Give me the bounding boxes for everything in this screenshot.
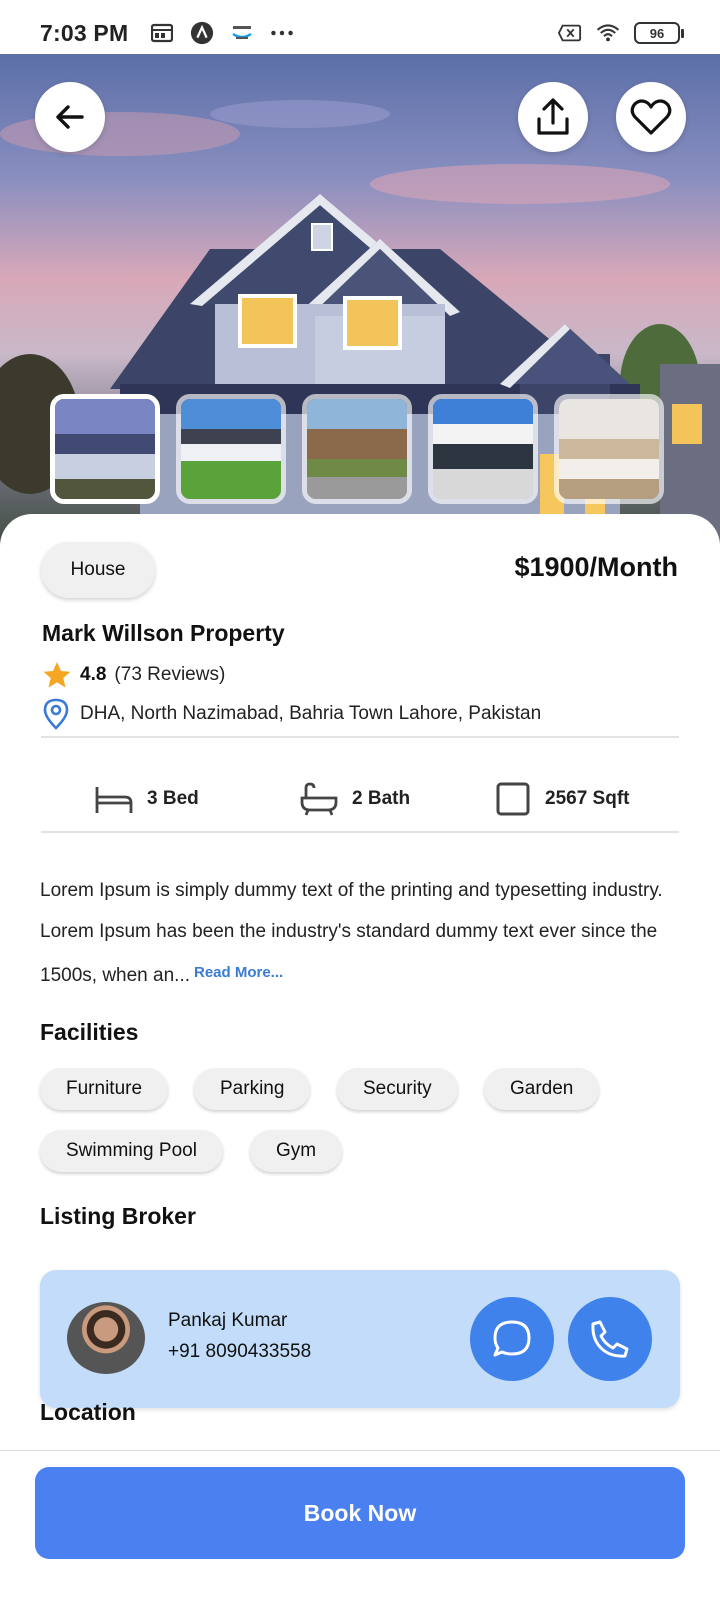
phone-icon	[591, 1320, 629, 1358]
arrow-left-icon	[56, 105, 84, 129]
spec-area: 2567 Sqft	[495, 781, 629, 817]
rating-row: 4.8 (73 Reviews)	[42, 660, 225, 690]
facility-chip[interactable]: Security	[337, 1068, 458, 1110]
hero-image	[0, 54, 720, 554]
review-count[interactable]: (73 Reviews)	[114, 664, 225, 686]
back-button[interactable]	[35, 82, 105, 152]
facility-chip[interactable]: Garden	[484, 1068, 600, 1110]
property-type-chip[interactable]: House	[41, 542, 155, 598]
amazon-icon	[230, 21, 254, 45]
status-icons-left	[150, 21, 294, 45]
status-time: 7:03 PM	[40, 19, 129, 46]
spec-bath: 2 Bath	[300, 782, 410, 816]
facility-chip[interactable]: Parking	[194, 1068, 311, 1110]
location-text: DHA, North Nazimabad, Bahria Town Lahore…	[80, 703, 542, 724]
location-pin-icon	[43, 698, 69, 730]
share-button[interactable]	[518, 82, 588, 152]
broker-phone: +91 8090433558	[168, 1341, 312, 1362]
details-sheet: House $1900/Month Mark Willson Property …	[0, 514, 720, 1600]
location-title: Location	[40, 1399, 136, 1425]
battery-icon: 96	[634, 22, 684, 44]
star-icon	[43, 662, 71, 688]
facility-chip[interactable]: Swimming Pool	[40, 1130, 223, 1172]
thumbnail-image	[307, 399, 407, 499]
thumbnail-2[interactable]	[176, 394, 286, 504]
listing-broker-title: Listing Broker	[40, 1203, 196, 1229]
thumbnail-3[interactable]	[302, 394, 412, 504]
property-name: Mark Willson Property	[42, 620, 285, 646]
chat-bubble-icon	[493, 1320, 531, 1357]
rating-value: 4.8	[80, 664, 107, 685]
thumbnail-strip	[50, 394, 664, 504]
thumbnail-4[interactable]	[428, 394, 538, 504]
dashboard-icon	[150, 21, 174, 45]
broker-card: Pankaj Kumar +91 8090433558	[40, 1270, 680, 1408]
thumbnail-image	[181, 399, 281, 499]
spec-bed-label: 3 Bed	[147, 788, 199, 809]
more-dots-icon	[270, 21, 294, 45]
area-square-icon	[496, 782, 530, 816]
wifi-icon	[596, 21, 620, 45]
thumbnail-image	[559, 399, 659, 499]
call-button[interactable]	[568, 1297, 652, 1381]
book-now-button[interactable]: Book Now	[35, 1467, 685, 1559]
divider	[41, 736, 679, 738]
heart-icon	[630, 99, 672, 135]
no-sim-icon	[558, 21, 582, 45]
description-text: Lorem Ipsum is simply dummy text of the …	[40, 880, 663, 986]
share-icon	[537, 98, 569, 135]
favorite-button[interactable]	[616, 82, 686, 152]
avatar	[67, 1302, 145, 1374]
facility-chip[interactable]: Gym	[250, 1130, 343, 1172]
spec-bed: 3 Bed	[95, 783, 199, 815]
status-icons-right: 96	[558, 21, 684, 45]
location-row: DHA, North Nazimabad, Bahria Town Lahore…	[42, 698, 541, 730]
app-a-icon	[190, 21, 214, 45]
thumbnail-5[interactable]	[554, 394, 664, 504]
bathtub-icon	[300, 782, 338, 816]
bottom-bar: Book Now	[0, 1450, 720, 1600]
spec-bath-label: 2 Bath	[352, 788, 411, 809]
read-more-link[interactable]: Read More...	[194, 964, 283, 981]
bed-icon	[95, 787, 133, 813]
facility-chip[interactable]: Furniture	[40, 1068, 169, 1110]
chat-button[interactable]	[470, 1297, 554, 1381]
description: Lorem Ipsum is simply dummy text of the …	[40, 870, 680, 996]
broker-name: Pankaj Kumar	[168, 1310, 288, 1331]
price-label: $1900/Month	[514, 552, 678, 582]
thumbnail-1[interactable]	[50, 394, 160, 504]
thumbnail-image	[433, 399, 533, 499]
facilities-title: Facilities	[40, 1019, 139, 1045]
thumbnail-image	[55, 399, 155, 499]
divider	[41, 831, 679, 833]
spec-area-label: 2567 Sqft	[545, 788, 630, 809]
